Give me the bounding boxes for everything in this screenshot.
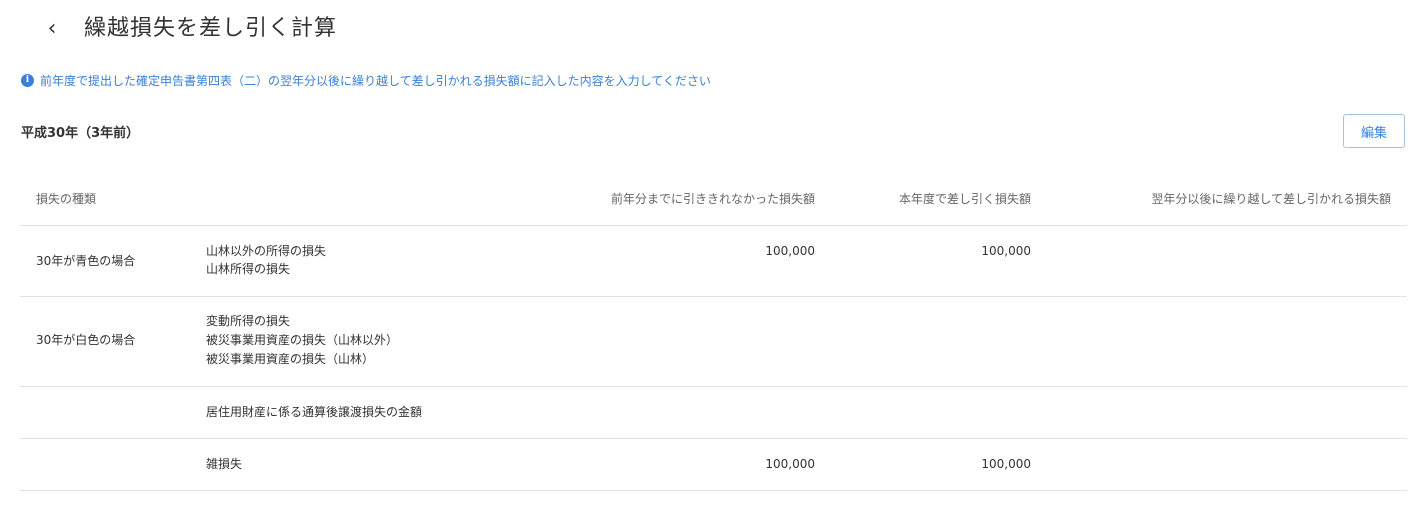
page-title: 繰越損失を差し引く計算 [84, 16, 338, 41]
header-current-deduction: 本年度で差し引く損失額 [898, 192, 1031, 206]
header-prev-unused-loss: 前年分までに引ききれなかった損失額 [610, 192, 815, 206]
prev-amount: 100,000 [765, 457, 815, 471]
row-item-label: 居住用財産に係る通算後譲渡損失の金額 [206, 405, 423, 419]
info-text: 前年度で提出した確定申告書第四表（二）の翌年分以後に繰り越して差し引かれる損失額… [40, 73, 711, 88]
row-group-label: 30年が青色の場合 [36, 254, 136, 268]
row-item-label: 変動所得の損失 [206, 314, 291, 328]
row-item-label: 被災事業用資産の損失（山林以外） [206, 333, 399, 347]
chevron-left-icon: ‹ [47, 15, 57, 41]
row-item-label: 山林以外の所得の損失 [206, 244, 327, 258]
header-loss-type: 損失の種類 [36, 192, 97, 206]
table-row: 30年が白色の場合 変動所得の損失 被災事業用資産の損失（山林以外） 被災事業用… [20, 297, 1407, 387]
prev-amount: 100,000 [765, 244, 815, 258]
row-item-label: 被災事業用資産の損失（山林） [206, 352, 375, 366]
table-row: 30年が青色の場合 山林以外の所得の損失 山林所得の損失 100,000 100… [20, 226, 1407, 297]
table-row: 雑損失 100,000 100,000 [20, 439, 1407, 491]
header-carryforward-loss: 翌年分以後に繰り越して差し引かれる損失額 [1151, 192, 1391, 206]
edit-button[interactable]: 編集 [1343, 114, 1405, 148]
section-title: 平成30年（3年前） [21, 126, 140, 141]
back-button[interactable]: ‹ [40, 14, 64, 42]
table-row: 居住用財産に係る通算後譲渡損失の金額 [20, 387, 1407, 439]
page-header: ‹ 繰越損失を差し引く計算 [0, 0, 1422, 56]
current-amount: 100,000 [981, 244, 1031, 258]
info-message: i 前年度で提出した確定申告書第四表（二）の翌年分以後に繰り越して差し引かれる損… [21, 70, 711, 90]
current-amount: 100,000 [981, 457, 1031, 471]
row-group-label: 30年が白色の場合 [36, 333, 136, 347]
row-item-label: 山林所得の損失 [206, 262, 291, 276]
info-icon: i [21, 73, 34, 87]
row-item-label: 雑損失 [206, 457, 243, 471]
table-header-row: 損失の種類 前年分までに引ききれなかった損失額 本年度で差し引く損失額 翌年分以… [20, 172, 1407, 226]
